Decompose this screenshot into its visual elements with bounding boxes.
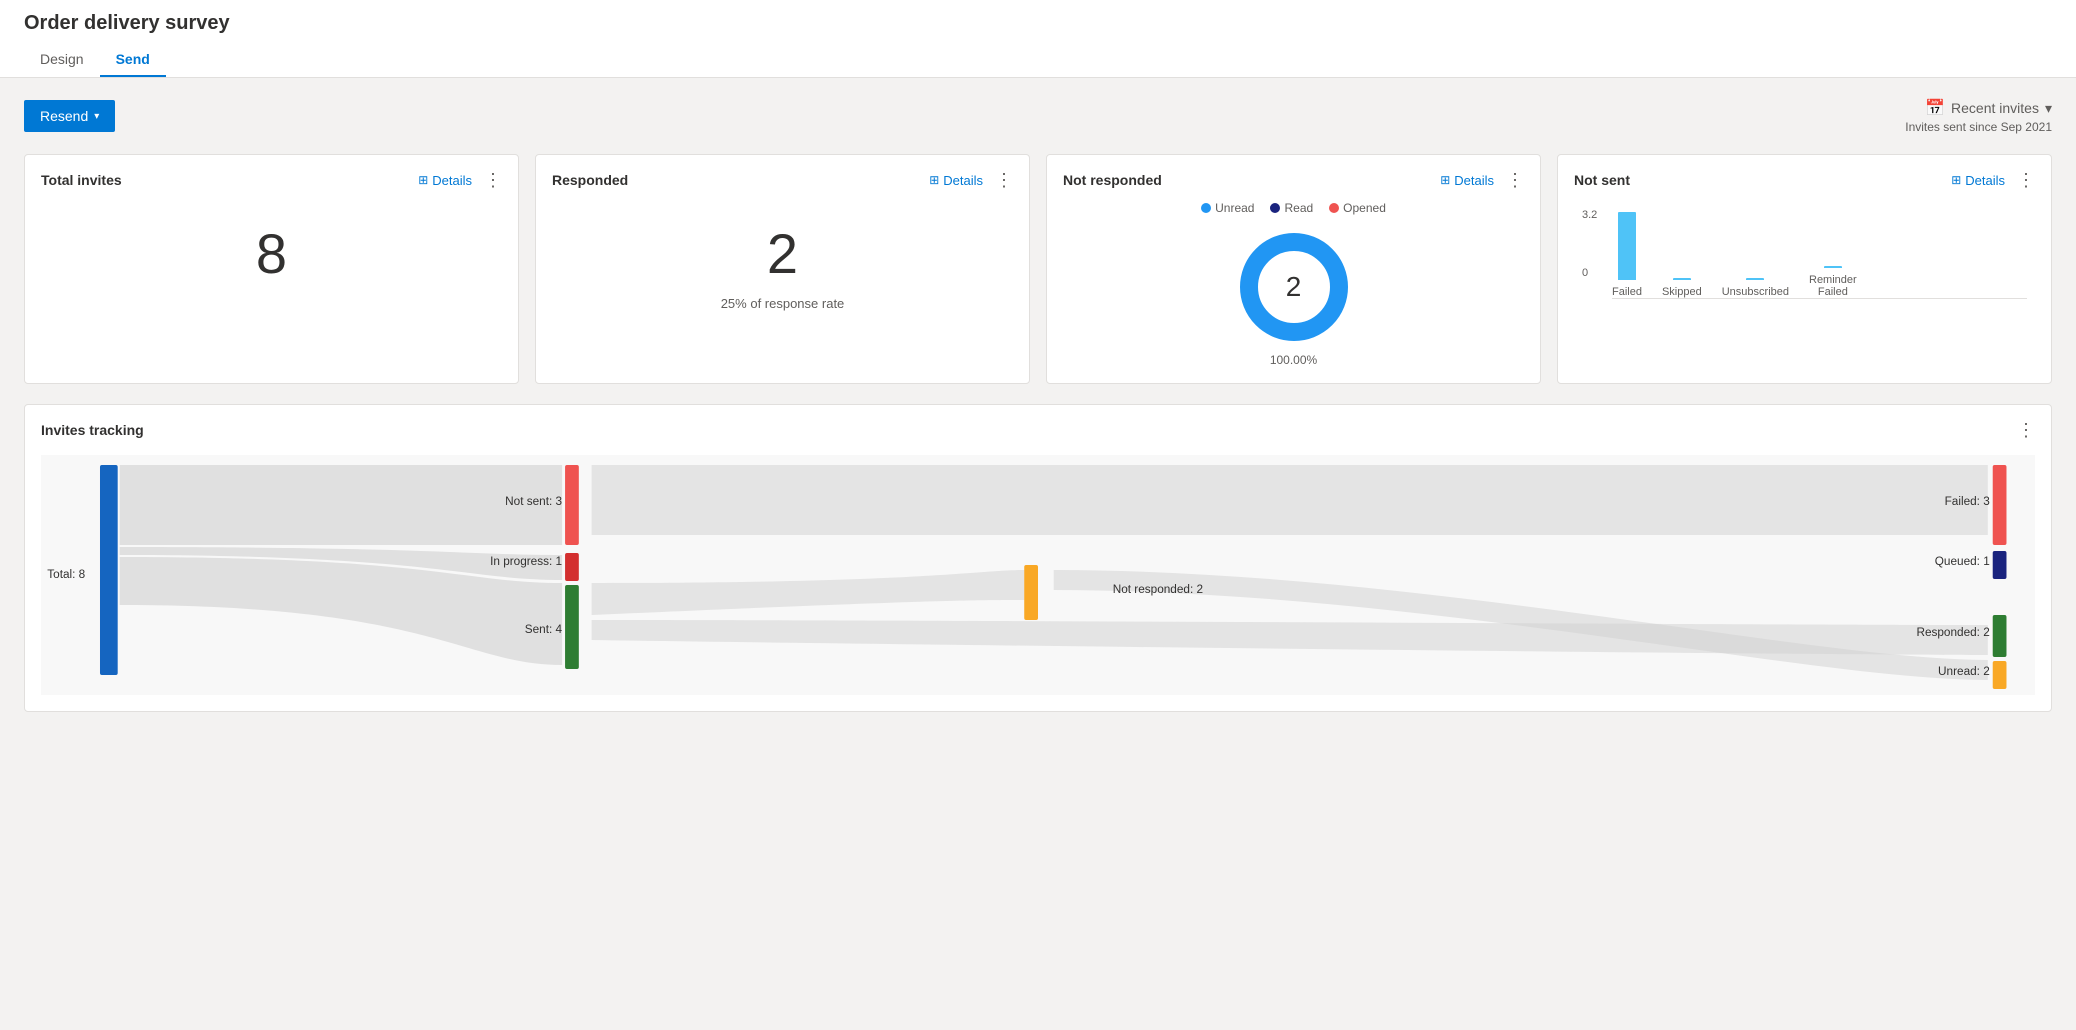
unread-dot [1201, 203, 1211, 213]
bar-failed: Failed [1612, 212, 1642, 298]
bar-label-failed: Failed [1612, 286, 1642, 298]
more-options-responded[interactable]: ⋮ [995, 171, 1013, 189]
card-not-sent: Not sent ⊞ Details ⋮ 3.2 0 [1557, 154, 2052, 384]
read-dot [1270, 203, 1280, 213]
svg-text:Failed: 3: Failed: 3 [1945, 494, 1991, 508]
card-title-responded: Responded [552, 172, 628, 188]
bar-reminder-failed-rect [1824, 266, 1842, 268]
resend-button[interactable]: Resend ▾ [24, 100, 115, 132]
bar-unsubscribed: Unsubscribed [1722, 278, 1789, 298]
card-title-total-invites: Total invites [41, 172, 122, 188]
chevron-down-icon: ▾ [2045, 100, 2052, 117]
table-icon: ⊞ [1951, 173, 1961, 187]
svg-text:In progress: 1: In progress: 1 [490, 554, 562, 568]
donut-chart-container: Unread Read Opened 2 [1063, 201, 1524, 367]
bar-reminder-failed: ReminderFailed [1809, 266, 1857, 298]
tab-send[interactable]: Send [100, 43, 166, 77]
responded-value: 2 [552, 201, 1013, 296]
legend-read: Read [1270, 201, 1313, 215]
bar-unsubscribed-rect [1746, 278, 1764, 280]
more-options-not-responded[interactable]: ⋮ [1506, 171, 1524, 189]
tab-design[interactable]: Design [24, 43, 100, 77]
bar-failed-rect [1618, 212, 1636, 280]
svg-text:Total: 8: Total: 8 [47, 567, 85, 581]
svg-text:Responded: 2: Responded: 2 [1916, 625, 1989, 639]
donut-wrapper: 2 [1234, 227, 1354, 347]
toolbar: Resend ▾ 📅 Recent invites ▾ Invites sent… [24, 98, 2052, 134]
details-link-not-sent[interactable]: ⊞ Details [1951, 173, 2005, 188]
recent-invites-dropdown[interactable]: 📅 Recent invites ▾ Invites sent since Se… [1905, 98, 2052, 134]
app-header: Order delivery survey Design Send [0, 0, 2076, 78]
svg-text:Queued: 1: Queued: 1 [1935, 554, 1990, 568]
svg-text:Sent: 4: Sent: 4 [525, 622, 563, 636]
details-link-responded[interactable]: ⊞ Details [929, 173, 983, 188]
details-link-total-invites[interactable]: ⊞ Details [418, 173, 472, 188]
cards-row: Total invites ⊞ Details ⋮ 8 Responded ⊞ [24, 154, 2052, 384]
main-content: Resend ▾ 📅 Recent invites ▾ Invites sent… [0, 78, 2076, 732]
card-title-not-responded: Not responded [1063, 172, 1162, 188]
card-responded: Responded ⊞ Details ⋮ 2 25% of response … [535, 154, 1030, 384]
legend-opened: Opened [1329, 201, 1386, 215]
bar-groups: Failed Skipped Unsubscribed Reminde [1612, 229, 2027, 299]
responded-sub: 25% of response rate [552, 296, 1013, 321]
donut-legend: Unread Read Opened [1201, 201, 1386, 215]
bar-chart-not-sent: 3.2 0 Failed Skipped [1574, 201, 2035, 299]
svg-text:Unread: 2: Unread: 2 [1938, 664, 1990, 678]
more-options-not-sent[interactable]: ⋮ [2017, 171, 2035, 189]
svg-text:Not responded: 2: Not responded: 2 [1113, 582, 1203, 596]
details-link-not-responded[interactable]: ⊞ Details [1440, 173, 1494, 188]
more-options-total-invites[interactable]: ⋮ [484, 171, 502, 189]
total-invites-value: 8 [41, 201, 502, 296]
opened-dot [1329, 203, 1339, 213]
svg-text:Not sent: 3: Not sent: 3 [505, 494, 562, 508]
bar-label-reminder-failed: ReminderFailed [1809, 274, 1857, 298]
bar-skipped-rect [1673, 278, 1691, 280]
sankey-diagram: Total: 8 Not sent: 3 In progress: 1 Sent… [41, 455, 2035, 695]
table-icon: ⊞ [1440, 173, 1450, 187]
bar-label-unsubscribed: Unsubscribed [1722, 286, 1789, 298]
bar-skipped: Skipped [1662, 278, 1702, 298]
page-title: Order delivery survey [24, 12, 2052, 35]
table-icon: ⊞ [418, 173, 428, 187]
tracking-title: Invites tracking [41, 422, 144, 438]
tab-bar: Design Send [24, 43, 2052, 77]
chevron-down-icon: ▾ [94, 111, 99, 122]
calendar-icon: 📅 [1925, 98, 1945, 118]
legend-unread: Unread [1201, 201, 1254, 215]
donut-percent: 100.00% [1270, 353, 1317, 367]
card-title-not-sent: Not sent [1574, 172, 1630, 188]
more-options-tracking[interactable]: ⋮ [2017, 421, 2035, 439]
table-icon: ⊞ [929, 173, 939, 187]
bar-label-skipped: Skipped [1662, 286, 1702, 298]
tracking-card: Invites tracking ⋮ [24, 404, 2052, 712]
card-not-responded: Not responded ⊞ Details ⋮ Unread [1046, 154, 1541, 384]
y-axis: 3.2 0 [1582, 209, 1597, 279]
card-total-invites: Total invites ⊞ Details ⋮ 8 [24, 154, 519, 384]
donut-center-value: 2 [1286, 271, 1302, 303]
